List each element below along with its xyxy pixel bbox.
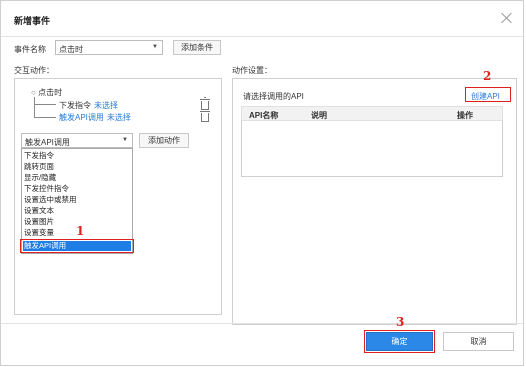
step-marker-3: 3 (396, 315, 405, 329)
chevron-down-icon: ▼ (152, 44, 158, 50)
tree-branch-line (34, 117, 56, 118)
cancel-button[interactable]: 取消 (443, 332, 514, 351)
column-actions: 操作 (457, 111, 473, 120)
action-settings-label: 动作设置： (232, 66, 272, 75)
tree-item-label: 下发指令 (59, 101, 91, 110)
dropdown-option[interactable]: 设置选中或禁用 (24, 195, 77, 205)
add-action-button[interactable]: 添加动作 (139, 133, 189, 148)
column-description: 说明 (311, 111, 327, 120)
step-marker-2: 2 (483, 69, 492, 83)
dropdown-option[interactable]: 下发指令 (24, 151, 54, 161)
interaction-label: 交互动作： (14, 66, 54, 75)
dialog-title-bar: 新增事件 (1, 1, 523, 37)
api-table-body (241, 121, 503, 177)
tree-item-label: 触发API调用 (59, 113, 104, 122)
tree-item-status[interactable]: 未选择 (94, 101, 118, 110)
step-marker-1: 1 (76, 224, 85, 238)
new-event-dialog: 新增事件 事件名称 点击时 ▼ 添加条件 交互动作： 动作设置： ○ 点击时 下… (0, 0, 524, 366)
circle-icon: ○ (31, 88, 36, 97)
highlight-box-1 (20, 239, 134, 253)
highlight-box-2 (465, 87, 511, 102)
select-api-hint: 请选择调用的API (243, 92, 304, 101)
chevron-down-icon: ▼ (122, 137, 128, 143)
column-api-name: API名称 (249, 111, 279, 120)
dropdown-option[interactable]: 跳转页面 (24, 162, 54, 172)
api-table-header: API名称 说明 操作 (241, 106, 503, 121)
tree-branch-line (34, 104, 56, 105)
trash-icon[interactable] (200, 109, 210, 122)
tree-item-send-command[interactable]: 下发指令 未选择 (59, 100, 118, 111)
add-condition-button[interactable]: 添加条件 (173, 40, 221, 55)
action-type-value: 触发API调用 (25, 138, 70, 147)
dropdown-option[interactable]: 显示/隐藏 (24, 173, 56, 183)
dropdown-option[interactable]: 设置图片 (24, 217, 54, 227)
dropdown-option[interactable]: 设置变量 (24, 228, 54, 238)
close-icon[interactable] (501, 12, 513, 24)
dropdown-option[interactable]: 设置文本 (24, 206, 54, 216)
tree-root: ○ 点击时 (31, 87, 62, 98)
tree-item-trigger-api[interactable]: 触发API调用 未选择 (59, 112, 131, 123)
event-name-value: 点击时 (59, 45, 83, 54)
action-type-select[interactable]: 触发API调用 ▼ (21, 133, 133, 148)
event-name-select[interactable]: 点击时 ▼ (55, 40, 163, 55)
dialog-title: 新增事件 (14, 16, 51, 26)
tree-item-status[interactable]: 未选择 (107, 113, 131, 122)
dropdown-option[interactable]: 下发控件指令 (24, 184, 69, 194)
event-name-label: 事件名称 (14, 45, 46, 54)
tree-vertical-line (34, 97, 35, 118)
tree-root-label: 点击时 (38, 88, 63, 97)
highlight-box-3 (364, 330, 435, 353)
footer-divider (1, 323, 523, 324)
